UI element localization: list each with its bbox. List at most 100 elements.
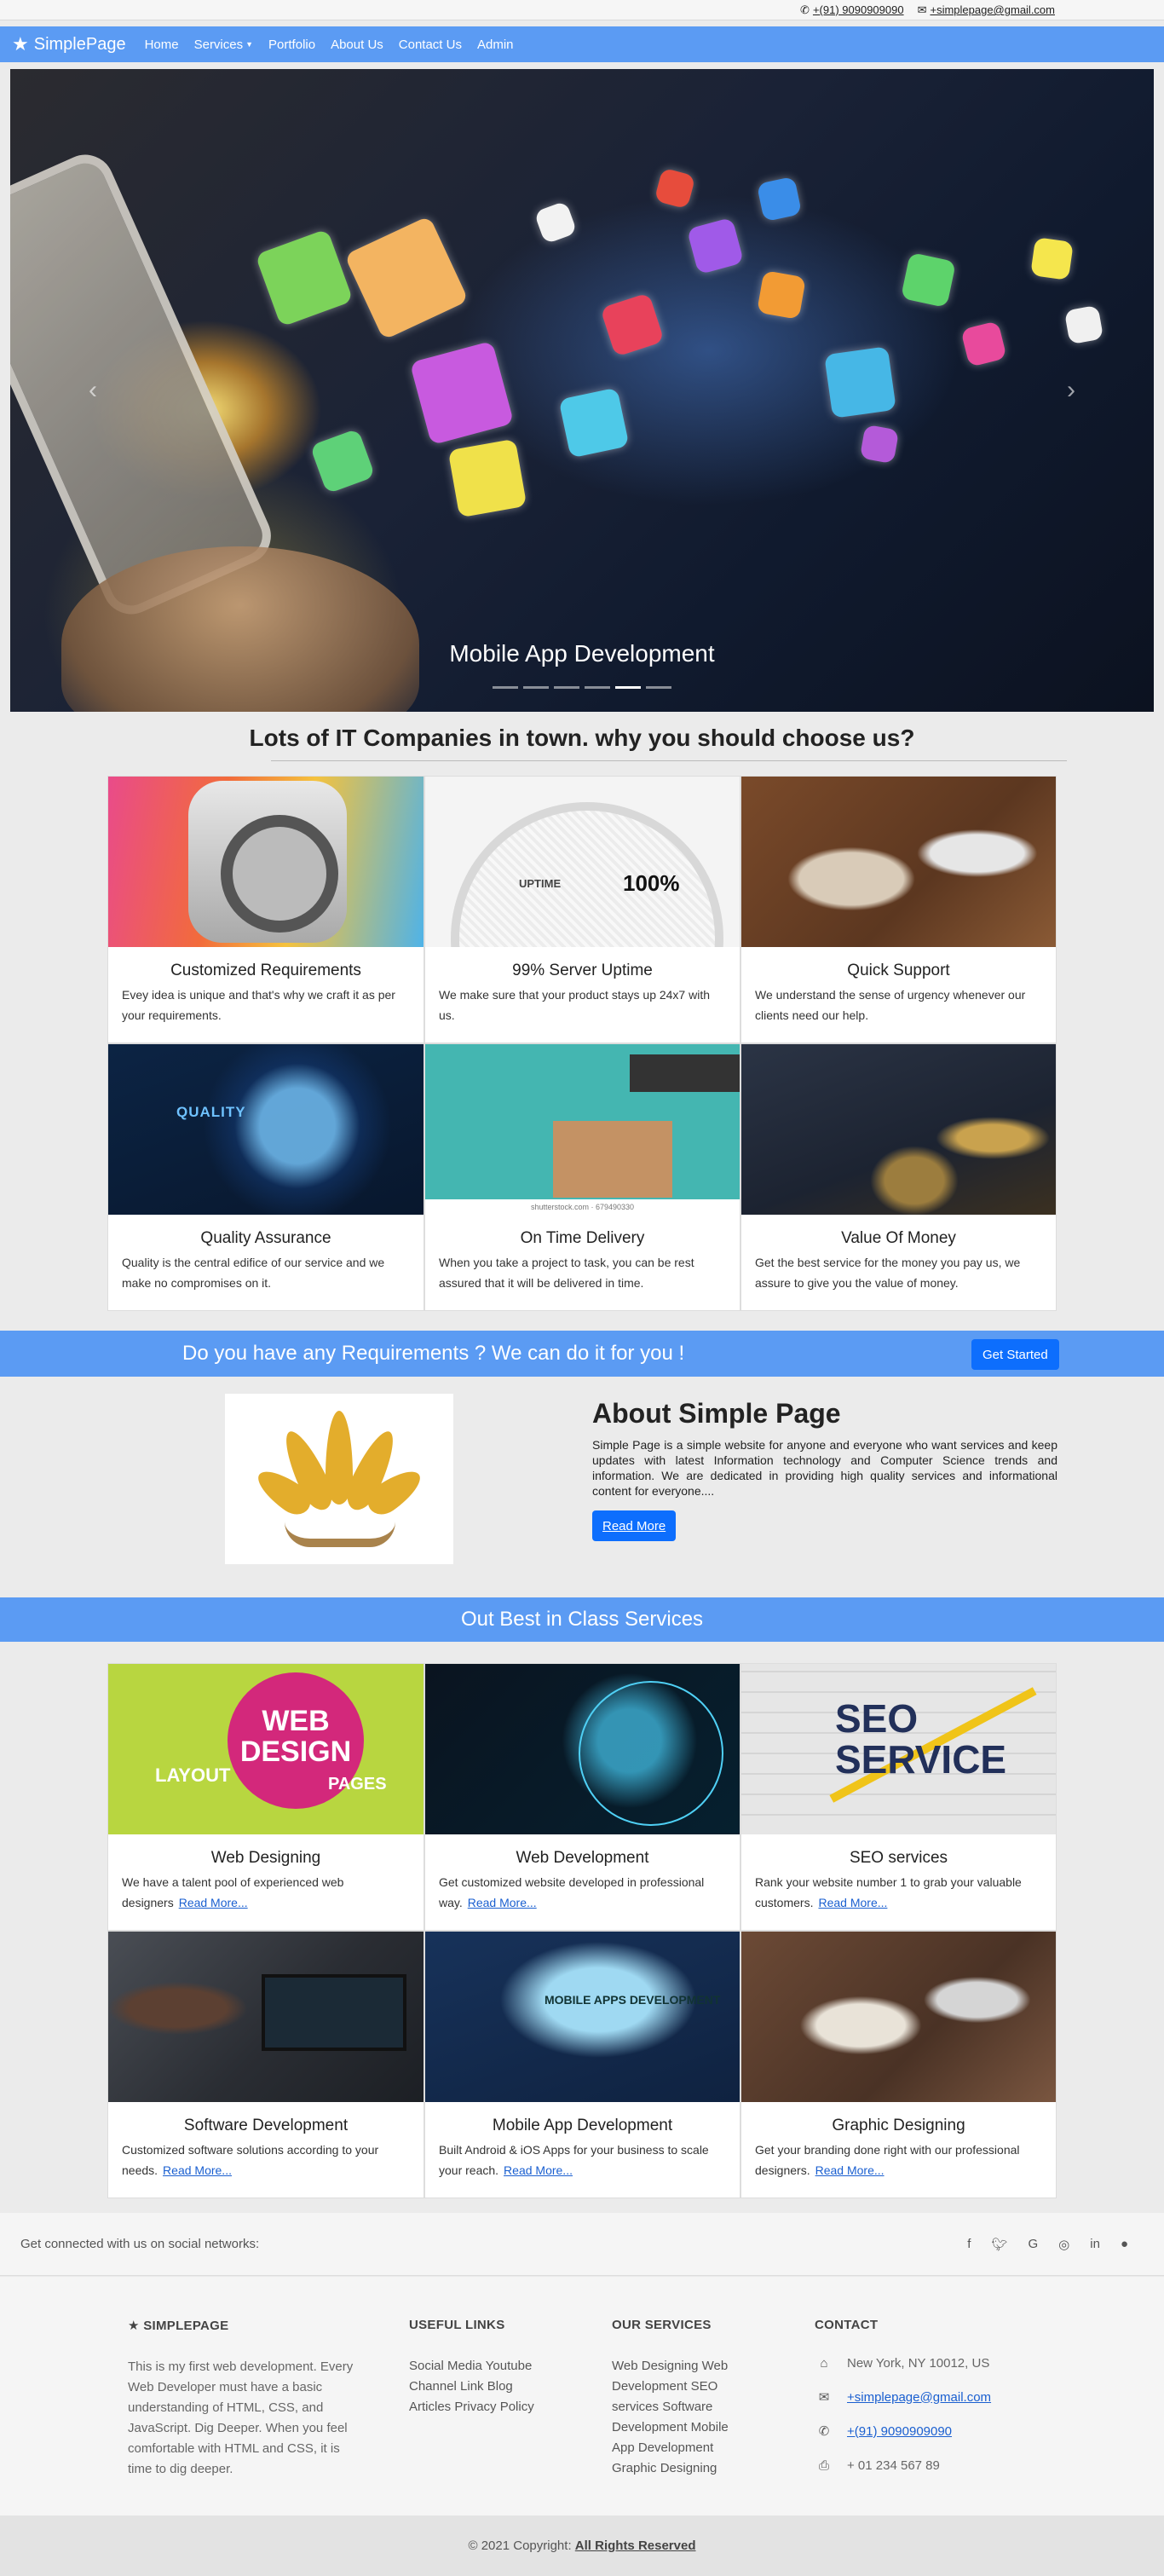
uptime-gauge-image: UPTIME 100% [425,777,740,947]
card-text-body: Customized software solutions according … [122,2143,379,2177]
brand-logo[interactable]: ★ SimplePage [12,33,126,55]
card-text-body: Built Android & iOS Apps for your busine… [439,2143,709,2177]
get-started-button[interactable]: Get Started [971,1339,1059,1370]
hero-caption: Mobile App Development [449,640,715,667]
topbar-email[interactable]: ✉ +simplepage@gmail.com [918,3,1055,17]
card-text: We understand the sense of urgency whene… [755,988,1026,1022]
read-more-link[interactable]: Read More... [163,2163,232,2177]
web-design-image: WEB DESIGN LAYOUT PAGES [108,1664,424,1834]
copyright-text: © 2021 Copyright: [468,2538,572,2553]
read-more-button[interactable]: Read More [592,1510,677,1541]
uptime-percent: 100% [623,870,680,896]
contact-address: ⌂ New York, NY 10012, US [815,2346,1036,2380]
footer-link[interactable]: Privacy Policy [454,2400,533,2414]
carousel-prev-icon[interactable]: ‹ [89,376,97,405]
copyright-bar: © 2021 Copyright: All Rights Reserved [0,2515,1164,2576]
hero-app-tile [960,321,1007,367]
read-more-link[interactable]: Read More... [504,2163,573,2177]
topbar-email-link[interactable]: +simplepage@gmail.com [930,3,1055,16]
card-title: Value Of Money [841,1229,956,1247]
card-title: Software Development [183,2117,349,2134]
carousel-indicator[interactable] [554,686,579,689]
card-text-body: Get your branding done right with our pr… [755,2143,1020,2177]
envelope-icon: ✉ [818,2390,830,2405]
hero-app-tile [1030,237,1074,280]
topbar-phone-link[interactable]: +(91) 9090909090 [813,3,904,16]
footer-about-title: ★ SIMPLEPAGE [128,2318,358,2333]
coins-image [741,1044,1056,1215]
hero-app-tile [409,340,515,446]
footer-link[interactable]: Social Media [409,2359,482,2373]
card-text: Get the best service for the money you p… [755,1256,1021,1290]
hero-carousel: ‹ › Mobile App Development [10,69,1154,712]
instagram-icon[interactable]: ◎ [1058,2237,1069,2252]
read-more-link[interactable]: Read More... [818,1896,887,1909]
card-text: Evey idea is unique and that's why we cr… [122,988,395,1022]
why-card: shutterstock.com · 679490330 On Time Del… [424,1043,740,1311]
footer-contact: CONTACT ⌂ New York, NY 10012, US ✉ +simp… [815,2318,1036,2482]
star-icon: ★ [128,2319,144,2333]
layout-label: LAYOUT [155,1765,231,1786]
hero-app-tile [447,438,527,518]
linkedin-icon[interactable]: in [1090,2237,1100,2252]
card-text: We make sure that your product stays up … [439,988,711,1022]
settings-gear-image [108,777,424,947]
read-more-link[interactable]: Read More... [468,1896,537,1909]
twitter-icon[interactable]: 🐦︎ [991,2237,1007,2252]
social-icons: f 🐦︎ G ◎ in ● [967,2237,1128,2252]
footer-about-title-text: SIMPLEPAGE [143,2319,229,2333]
services-heading: Out Best in Class Services [0,1597,1164,1642]
footer-service-link[interactable]: Graphic Designing [612,2461,717,2475]
why-card: QUALITY Quality Assurance Quality is the… [107,1043,424,1311]
services-grid: WEB DESIGN LAYOUT PAGES Web Designing We… [107,1663,1057,2198]
facebook-icon[interactable]: f [967,2237,971,2252]
footer-service-link[interactable]: Web Designing [612,2359,698,2373]
contact-email-link[interactable]: +simplepage@gmail.com [847,2390,991,2405]
requirements-text: Do you have any Requirements ? We can do… [182,1342,685,1365]
contact-fax: ⎙ + 01 234 567 89 [815,2448,1036,2482]
carousel-indicator[interactable] [493,686,518,689]
card-text: Get customized website developed in prof… [425,1868,740,1913]
carousel-indicator[interactable] [523,686,549,689]
read-more-link[interactable]: Read More... [179,1896,248,1909]
card-text: Get your branding done right with our pr… [741,2135,1056,2180]
carousel-indicator[interactable] [585,686,610,689]
nav-link-contact[interactable]: Contact Us [399,38,462,52]
footer-about-text: This is my first web development. Every … [128,2359,354,2476]
nav-link-portfolio[interactable]: Portfolio [268,38,315,52]
google-icon[interactable]: G [1028,2237,1038,2252]
hero-app-tile [255,228,354,327]
hero-app-tile [309,428,376,494]
nav-link-about[interactable]: About Us [331,38,383,52]
hero-app-tile [900,251,957,309]
contact-phone-link[interactable]: +(91) 9090909090 [847,2424,952,2439]
social-bar: Get connected with us on social networks… [0,2213,1164,2276]
card-title: Web Development [516,1849,649,1867]
mobile-app-image: MOBILE APPS DEVELOPMENT [425,1932,740,2102]
footer-links-title: USEFUL LINKS [409,2318,505,2332]
why-card: UPTIME 100% 99% Server Uptime We make su… [424,776,740,1043]
copyright-link[interactable]: All Rights Reserved [575,2538,696,2553]
chevron-down-icon: ▼ [245,40,254,49]
why-card: Quick Support We understand the sense of… [740,776,1057,1043]
nav-link-services[interactable]: Services ▼ [194,38,253,52]
carousel-next-icon[interactable]: › [1067,376,1075,405]
carousel-indicator[interactable] [646,686,671,689]
nav-link-home[interactable]: Home [145,38,179,52]
hero-app-tile [757,270,806,320]
card-title: 99% Server Uptime [512,962,653,979]
github-icon[interactable]: ● [1121,2237,1128,2252]
requirements-banner: Do you have any Requirements ? We can do… [0,1331,1164,1377]
footer-about: ★ SIMPLEPAGE This is my first web develo… [128,2318,358,2480]
carousel-indicators [10,686,1154,689]
card-title: Graphic Designing [832,2117,965,2134]
carousel-indicator-active[interactable] [615,686,641,689]
topbar-phone[interactable]: ✆ +(91) 9090909090 [800,3,904,17]
hero-app-tile [859,424,900,465]
support-team-image [741,777,1056,947]
nav-link-admin[interactable]: Admin [477,38,514,52]
service-card: WEB DESIGN LAYOUT PAGES Web Designing We… [107,1663,424,1931]
web-development-image [425,1664,740,1834]
read-more-link[interactable]: Read More... [815,2163,885,2177]
printer-icon: ⎙ [818,2458,829,2473]
